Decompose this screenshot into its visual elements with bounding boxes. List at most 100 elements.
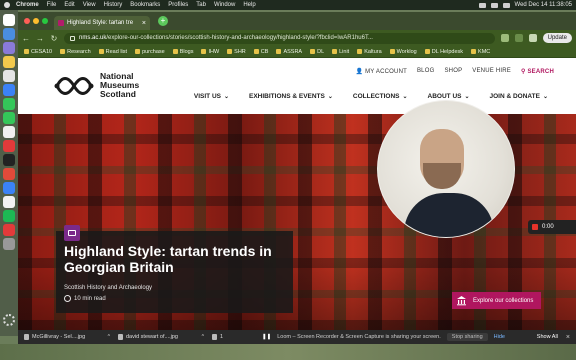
bookmark-item[interactable]: Kaltura bbox=[357, 49, 382, 55]
appletv-icon[interactable] bbox=[3, 154, 15, 166]
menu-window[interactable]: Window bbox=[214, 2, 235, 8]
reload-icon[interactable]: ↻ bbox=[50, 34, 58, 43]
nav-visit-us[interactable]: VISIT US ⌄ bbox=[194, 93, 229, 100]
app-icon[interactable] bbox=[3, 28, 15, 40]
menu-file[interactable]: File bbox=[47, 2, 57, 8]
venue-hire-link[interactable]: VENUE HIRE bbox=[472, 68, 511, 75]
bookmark-item[interactable]: SHR bbox=[227, 49, 246, 55]
show-all-button[interactable]: Show All bbox=[537, 334, 558, 340]
download-item[interactable]: McGillivray - Sel....jpg ^ bbox=[24, 334, 110, 340]
chevron-up-icon[interactable]: ^ bbox=[108, 334, 110, 340]
downloads-bar: McGillivray - Sel....jpg ^ david stewart … bbox=[18, 330, 576, 344]
bookmark-item[interactable]: Worklog bbox=[389, 49, 417, 55]
close-window-icon[interactable] bbox=[24, 18, 30, 24]
nms-logo[interactable]: National Museums Scotland bbox=[54, 72, 139, 99]
story-category[interactable]: Scottish History and Archaeology bbox=[64, 285, 285, 291]
nav-collections[interactable]: COLLECTIONS ⌄ bbox=[353, 93, 408, 100]
profile-avatar-icon[interactable] bbox=[528, 34, 537, 42]
bookmark-item[interactable]: DL Helpdesk bbox=[424, 48, 464, 55]
folder-icon bbox=[201, 49, 207, 54]
bookmark-item[interactable]: CESA10 bbox=[24, 49, 52, 55]
chrome-icon[interactable] bbox=[3, 196, 15, 208]
nav-label: EXHIBITIONS & EVENTS bbox=[249, 93, 325, 100]
download-item[interactable]: david stewart of....jpg ^ bbox=[118, 334, 204, 340]
hide-button[interactable]: Hide bbox=[494, 334, 505, 340]
url-path: /explore-our-collections/stories/scottis… bbox=[106, 35, 373, 41]
chevron-up-icon[interactable]: ^ bbox=[202, 334, 204, 340]
wifi-icon[interactable] bbox=[502, 2, 510, 8]
bookmark-item[interactable]: DL bbox=[310, 49, 324, 55]
nav-about-us[interactable]: ABOUT US ⌄ bbox=[428, 93, 470, 100]
folder-icon bbox=[253, 49, 259, 54]
url-input[interactable]: nms.ac.uk /explore-our-collections/stori… bbox=[64, 32, 495, 44]
bookmark-item[interactable]: KMC bbox=[471, 49, 490, 55]
calendar-icon[interactable] bbox=[3, 126, 15, 138]
bookmark-item[interactable]: Read list bbox=[98, 49, 127, 55]
search-link[interactable]: ⚲ SEARCH bbox=[521, 68, 554, 75]
facetime-icon[interactable] bbox=[3, 112, 15, 124]
tab-close-icon[interactable]: × bbox=[142, 20, 146, 27]
battery-icon[interactable] bbox=[490, 2, 498, 8]
blog-link[interactable]: BLOG bbox=[417, 68, 434, 75]
nav-label: ABOUT US bbox=[427, 93, 462, 100]
forward-arrow-icon[interactable]: → bbox=[36, 34, 44, 43]
menu-profiles[interactable]: Profiles bbox=[168, 2, 188, 8]
loom-webcam-bubble[interactable] bbox=[377, 100, 515, 238]
close-icon[interactable]: × bbox=[566, 334, 570, 341]
messages-icon[interactable] bbox=[3, 98, 15, 110]
folder-icon bbox=[60, 49, 66, 54]
stop-sharing-button[interactable]: Stop sharing bbox=[446, 333, 488, 341]
bookmark-item[interactable]: purchase bbox=[135, 49, 165, 55]
word-icon[interactable] bbox=[3, 182, 15, 194]
menu-help[interactable]: Help bbox=[243, 2, 255, 8]
trash-icon[interactable] bbox=[3, 238, 15, 250]
menu-tab[interactable]: Tab bbox=[196, 2, 206, 8]
minimize-window-icon[interactable] bbox=[33, 18, 39, 24]
new-tab-plus-icon[interactable]: + bbox=[158, 16, 168, 26]
bookmark-label: DL Helpdesk bbox=[431, 48, 464, 55]
chevron-down-icon: ⌄ bbox=[542, 94, 548, 100]
extension-icon[interactable] bbox=[500, 34, 509, 42]
bookmark-label: Research bbox=[67, 48, 91, 55]
app-icon[interactable] bbox=[3, 84, 15, 96]
my-account-link[interactable]: 👤 MY ACCOUNT bbox=[356, 68, 407, 75]
apple-icon[interactable] bbox=[4, 2, 10, 8]
bookmark-item[interactable]: IHW bbox=[201, 49, 219, 55]
app-icon[interactable] bbox=[3, 224, 15, 236]
nav-exhibitions-events[interactable]: EXHIBITIONS & EVENTS ⌄ bbox=[249, 93, 333, 100]
menu-view[interactable]: View bbox=[83, 2, 96, 8]
download-item[interactable]: 1 bbox=[212, 334, 242, 340]
file-icon bbox=[118, 334, 123, 340]
maximize-window-icon[interactable] bbox=[42, 18, 48, 24]
bookmark-item[interactable]: Research bbox=[60, 49, 91, 55]
finder-icon[interactable] bbox=[3, 14, 15, 26]
settings-gear-icon[interactable] bbox=[3, 314, 15, 326]
menu-edit[interactable]: Edit bbox=[64, 2, 74, 8]
back-arrow-icon[interactable]: ← bbox=[22, 34, 30, 43]
stop-record-icon[interactable] bbox=[532, 224, 538, 230]
menu-bookmarks[interactable]: Bookmarks bbox=[130, 2, 160, 8]
menu-history[interactable]: History bbox=[104, 2, 123, 8]
app-icon[interactable] bbox=[3, 42, 15, 54]
menubar-clock[interactable]: Wed Dec 14 11:38:05 bbox=[515, 2, 572, 8]
status-icon[interactable] bbox=[478, 2, 486, 8]
news-icon[interactable] bbox=[3, 140, 15, 152]
tab-active[interactable]: Highland Style: tartan tre × bbox=[54, 16, 150, 30]
explore-collections-button[interactable]: Explore our collections bbox=[452, 292, 542, 309]
notes-icon[interactable] bbox=[3, 56, 15, 68]
menu-app-name[interactable]: Chrome bbox=[16, 2, 39, 8]
bookmark-item[interactable]: CB bbox=[253, 49, 268, 55]
folder-icon bbox=[357, 49, 363, 54]
app-icon[interactable] bbox=[3, 70, 15, 82]
extension-icon[interactable] bbox=[514, 34, 523, 42]
bookmark-item[interactable]: Linit bbox=[332, 49, 349, 55]
loom-recorder-control[interactable]: 0:00 bbox=[528, 220, 576, 234]
bookmark-item[interactable]: Blogs bbox=[172, 49, 193, 55]
spotify-icon[interactable] bbox=[3, 210, 15, 222]
nav-join-donate[interactable]: JOIN & DONATE ⌄ bbox=[490, 93, 548, 100]
shop-link[interactable]: SHOP bbox=[444, 68, 462, 75]
update-button[interactable]: Update bbox=[542, 33, 572, 43]
recording-time: 0:00 bbox=[542, 224, 554, 230]
acrobat-icon[interactable] bbox=[3, 168, 15, 180]
bookmark-item[interactable]: ASSRA bbox=[276, 49, 302, 55]
